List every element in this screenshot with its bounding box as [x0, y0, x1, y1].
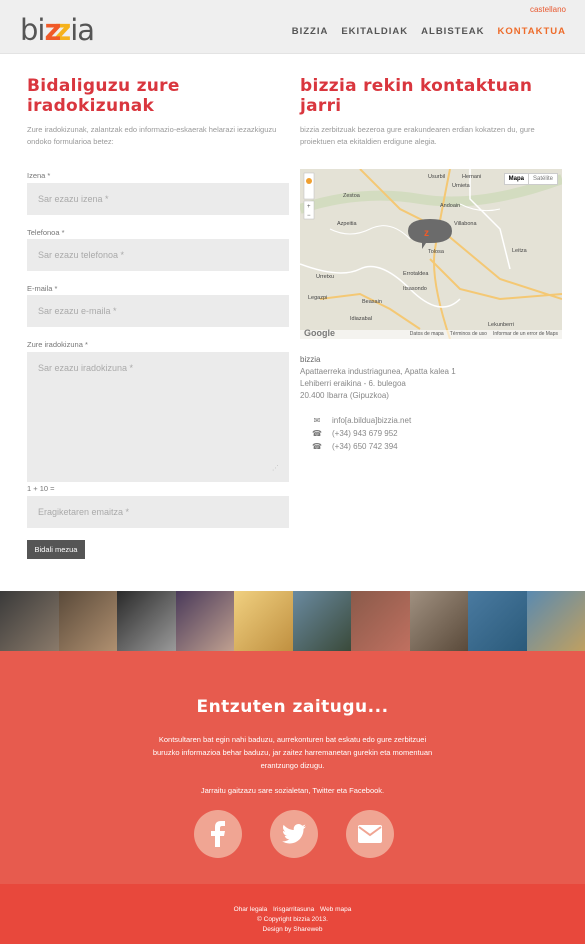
phone-label: Telefonoa * [27, 228, 65, 237]
name-label: Izena * [27, 171, 51, 180]
phone-field[interactable]: Sar ezazu telefonoa * [27, 239, 289, 271]
map-place: Hernani [462, 174, 482, 180]
map-terms-link[interactable]: Términos de uso [450, 330, 487, 339]
map-place: Lekunberri [488, 322, 514, 328]
map-place: Azpeitia [337, 221, 357, 227]
map-place: Itsasondo [403, 286, 427, 292]
photo [468, 591, 527, 651]
svg-text:z: z [424, 228, 429, 239]
photo [58, 591, 117, 651]
footer-link-accessibility[interactable]: Irisgarritasuna [273, 906, 314, 913]
band-follow: Jarraitu gaitzazu sare sozialetan, Twitt… [200, 786, 385, 795]
contact-info-section: bizzia rekin kontaktuan jarri bizzia zer… [300, 76, 562, 451]
main-nav: BIZZIA EKITALDIAK ALBISTEAK KONTAKTUA [292, 26, 566, 37]
map-place: Tolosa [428, 249, 444, 255]
map-footer: Datos de mapa Términos de uso Informar d… [300, 330, 562, 339]
contact-form-section: Bidaliguzu zure iradokizunak Zure iradok… [27, 76, 289, 559]
map-place: Villabona [454, 221, 477, 227]
mail-icon: ✉ [313, 416, 321, 425]
form-title: Bidaliguzu zure iradokizunak [27, 76, 180, 116]
email-label: E-maila * [27, 284, 58, 293]
svg-text:+: + [307, 204, 311, 210]
map-place: Beasain [362, 299, 382, 305]
photo-strip [0, 591, 585, 651]
copyright: © Copyright bizzia 2013. [257, 916, 328, 923]
map-place: Urretxu [316, 274, 335, 280]
captcha-field[interactable]: Eragiketaren emaitza * [27, 496, 289, 528]
nav-item-kontaktua[interactable]: KONTAKTUA [498, 26, 566, 37]
contact-phone: (+34) 650 742 394 [332, 442, 398, 451]
site-header: bi z z ia castellano BIZZIA EKITALDIAK ALBI… [0, 0, 585, 54]
site-footer: Ohar legala Irisgarritasuna Web mapa © C… [0, 884, 585, 944]
design-credit: Design by Shareweb [0, 925, 585, 935]
photo [351, 591, 410, 651]
phone-icon: ☎ [312, 442, 322, 451]
map-place: Leitza [512, 248, 527, 254]
contact-intro: bizzia zerbitzuak bezeroa gure erakundea… [300, 125, 535, 146]
location-map[interactable]: + − z Usurbil Hernani Urnieta Zestoa And… [300, 169, 562, 339]
resize-grip-icon[interactable]: ⋰ [272, 464, 279, 472]
svg-text:−: − [307, 213, 311, 219]
name-field[interactable]: Sar ezazu izena * [27, 183, 289, 215]
contact-details: ✉ info[a.bildua]bizzia.net ☎ (+34) 943 679… [312, 414, 411, 453]
email-icon[interactable] [346, 810, 394, 858]
map-place: Andoain [440, 203, 461, 209]
footer-links: Ohar legala Irisgarritasuna Web mapa [0, 905, 585, 915]
photo [409, 591, 468, 651]
address-line: 20.400 Ibarra (Gipuzkoa) [300, 391, 389, 400]
footer-link-legal[interactable]: Ohar legala [234, 906, 268, 913]
footer-link-sitemap[interactable]: Web mapa [320, 906, 351, 913]
address-block: bizzia Apattaerreka industriagunea, Apat… [300, 354, 456, 402]
message-label: Zure iradokizuna * [27, 340, 88, 349]
photo [526, 591, 585, 651]
captcha-label: 1 + 10 = [27, 484, 55, 493]
photo [0, 591, 59, 651]
band-text: Kontsultaren bat egin nahi baduzu, aurre… [152, 735, 433, 770]
logo[interactable]: bi z z ia [20, 15, 95, 45]
design-prefix: Design by [262, 926, 292, 933]
nav-item-albisteak[interactable]: ALBISTEAK [421, 26, 484, 37]
map-place: Usurbil [428, 174, 446, 180]
map-type-control: Mapa Satélite [503, 173, 558, 185]
facebook-icon[interactable] [194, 810, 242, 858]
address-line: Lehiberri eraikina - 6. bulegoa [300, 379, 406, 388]
twitter-icon[interactable] [270, 810, 318, 858]
photo [117, 591, 176, 651]
message-textarea[interactable]: Sar ezazu iradokizuna * ⋰ [27, 352, 289, 482]
map-place: Urnieta [452, 183, 470, 189]
designer-link[interactable]: Shareweb [293, 926, 322, 933]
phone-icon: ☎ [312, 429, 322, 438]
map-report-link[interactable]: Informar de un error de Maps [493, 330, 558, 339]
photo [175, 591, 234, 651]
map-data-link[interactable]: Datos de mapa [410, 330, 444, 339]
map-place: Zestoa [343, 193, 360, 199]
nav-item-bizzia[interactable]: BIZZIA [292, 26, 329, 37]
map-type-satellite-button[interactable]: Satélite [529, 174, 557, 184]
address-line: Apattaerreka industriagunea, Apatta kale… [300, 367, 456, 376]
photo [292, 591, 351, 651]
contact-email[interactable]: info[a.bildua]bizzia.net [332, 414, 411, 427]
map-place: Errotaldea [403, 271, 429, 277]
company-name: bizzia [300, 355, 321, 364]
cta-band: Entzuten zaitugu... Kontsultaren bat egi… [0, 651, 585, 884]
language-switch[interactable]: castellano [530, 5, 566, 14]
map-type-map-button[interactable]: Mapa [505, 174, 529, 184]
email-field[interactable]: Sar ezazu e-maila * [27, 295, 289, 327]
submit-button[interactable]: Bidali mezua [27, 540, 85, 559]
google-logo: Google [304, 328, 335, 338]
map-place: Legazpi [308, 295, 328, 301]
photo [234, 591, 293, 651]
nav-item-ekitaldiak[interactable]: EKITALDIAK [341, 26, 408, 37]
contact-title: bizzia rekin kontaktuan jarri [300, 76, 533, 116]
map-place: Idiazabal [350, 316, 373, 322]
band-title: Entzuten zaitugu... [196, 697, 389, 717]
form-intro: Zure iradokizunak, zalantzak edo informa… [27, 125, 277, 146]
message-placeholder: Sar ezazu iradokizuna * [38, 363, 134, 373]
contact-phone: (+34) 943 679 952 [332, 429, 398, 438]
